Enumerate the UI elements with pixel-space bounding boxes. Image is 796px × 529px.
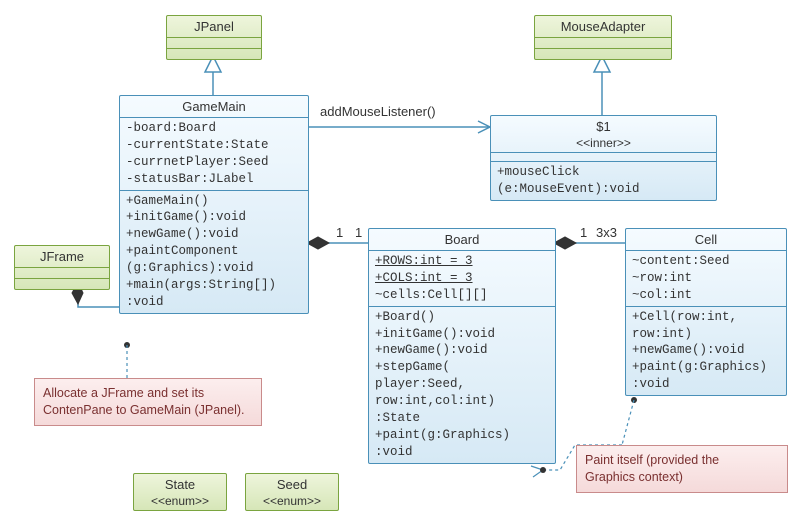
class-fields: +ROWS:int = 3 +COLS:int = 3 ~cells:Cell[… <box>369 251 555 307</box>
method: +mouseClick <box>497 164 710 181</box>
class-fields: -board:Board -currentState:State -currne… <box>120 118 308 191</box>
method: +initGame():void <box>375 326 549 343</box>
field: ~cells:Cell[][] <box>375 287 549 304</box>
field: -currnetPlayer:Seed <box>126 154 302 171</box>
method: :State <box>375 410 549 427</box>
field: -currentState:State <box>126 137 302 154</box>
field: +ROWS:int = 3 <box>375 253 549 270</box>
note-line: ContenPane to GameMain (JPanel). <box>43 402 253 419</box>
class-title: MouseAdapter <box>535 16 671 38</box>
class-title: Seed <box>246 474 338 492</box>
method: +newGame():void <box>126 226 302 243</box>
method: +paint(g:Graphics) <box>375 427 549 444</box>
method: :void <box>126 294 302 311</box>
method: +paintComponent <box>126 243 302 260</box>
class-board: Board +ROWS:int = 3 +COLS:int = 3 ~cells… <box>368 228 556 464</box>
field: -board:Board <box>126 120 302 137</box>
class-jpanel: JPanel <box>166 15 262 60</box>
method: row:int,col:int) <box>375 393 549 410</box>
class-title: $1 <box>491 116 716 134</box>
label-addmouse: addMouseListener() <box>320 104 436 119</box>
method: :void <box>632 376 780 393</box>
note-line: Paint itself (provided the <box>585 452 779 469</box>
class-jframe: JFrame <box>14 245 110 290</box>
class-cell: Cell ~content:Seed ~row:int ~col:int +Ce… <box>625 228 787 396</box>
note-line: Graphics context) <box>585 469 779 486</box>
class-title: JPanel <box>167 16 261 38</box>
class-methods: +mouseClick (e:MouseEvent):void <box>491 162 716 200</box>
class-title: JFrame <box>15 246 109 268</box>
method: +initGame():void <box>126 209 302 226</box>
multiplicity: 1 <box>580 225 587 240</box>
enum-seed: Seed <<enum>> <box>245 473 339 511</box>
class-methods: +Board() +initGame():void +newGame():voi… <box>369 307 555 463</box>
method: +Board() <box>375 309 549 326</box>
field: ~content:Seed <box>632 253 780 270</box>
note-paint: Paint itself (provided the Graphics cont… <box>576 445 788 493</box>
stereotype: <<enum>> <box>246 492 338 510</box>
class-methods: +GameMain() +initGame():void +newGame():… <box>120 191 308 313</box>
method: player:Seed, <box>375 376 549 393</box>
class-gamemain: GameMain -board:Board -currentState:Stat… <box>119 95 309 314</box>
note-line: Allocate a JFrame and set its <box>43 385 253 402</box>
method: +main(args:String[]) <box>126 277 302 294</box>
method: +newGame():void <box>632 342 780 359</box>
class-title: Cell <box>626 229 786 251</box>
multiplicity: 1 <box>336 225 343 240</box>
stereotype: <<enum>> <box>134 492 226 510</box>
class-inner: $1 <<inner>> +mouseClick (e:MouseEvent):… <box>490 115 717 201</box>
field: ~col:int <box>632 287 780 304</box>
class-mouseadapter: MouseAdapter <box>534 15 672 60</box>
method: +Cell(row:int, <box>632 309 780 326</box>
multiplicity: 3x3 <box>596 225 617 240</box>
method: (e:MouseEvent):void <box>497 181 710 198</box>
class-title: Board <box>369 229 555 251</box>
method: +newGame():void <box>375 342 549 359</box>
method: +GameMain() <box>126 193 302 210</box>
stereotype: <<inner>> <box>491 134 716 153</box>
method: (g:Graphics):void <box>126 260 302 277</box>
class-title: GameMain <box>120 96 308 118</box>
class-methods: +Cell(row:int, row:int) +newGame():void … <box>626 307 786 395</box>
class-title: State <box>134 474 226 492</box>
field: +COLS:int = 3 <box>375 270 549 287</box>
note-jframe: Allocate a JFrame and set its ContenPane… <box>34 378 262 426</box>
class-fields: ~content:Seed ~row:int ~col:int <box>626 251 786 307</box>
method: +stepGame( <box>375 359 549 376</box>
enum-state: State <<enum>> <box>133 473 227 511</box>
multiplicity: 1 <box>355 225 362 240</box>
field: -statusBar:JLabel <box>126 171 302 188</box>
method: row:int) <box>632 326 780 343</box>
method: :void <box>375 444 549 461</box>
field: ~row:int <box>632 270 780 287</box>
method: +paint(g:Graphics) <box>632 359 780 376</box>
